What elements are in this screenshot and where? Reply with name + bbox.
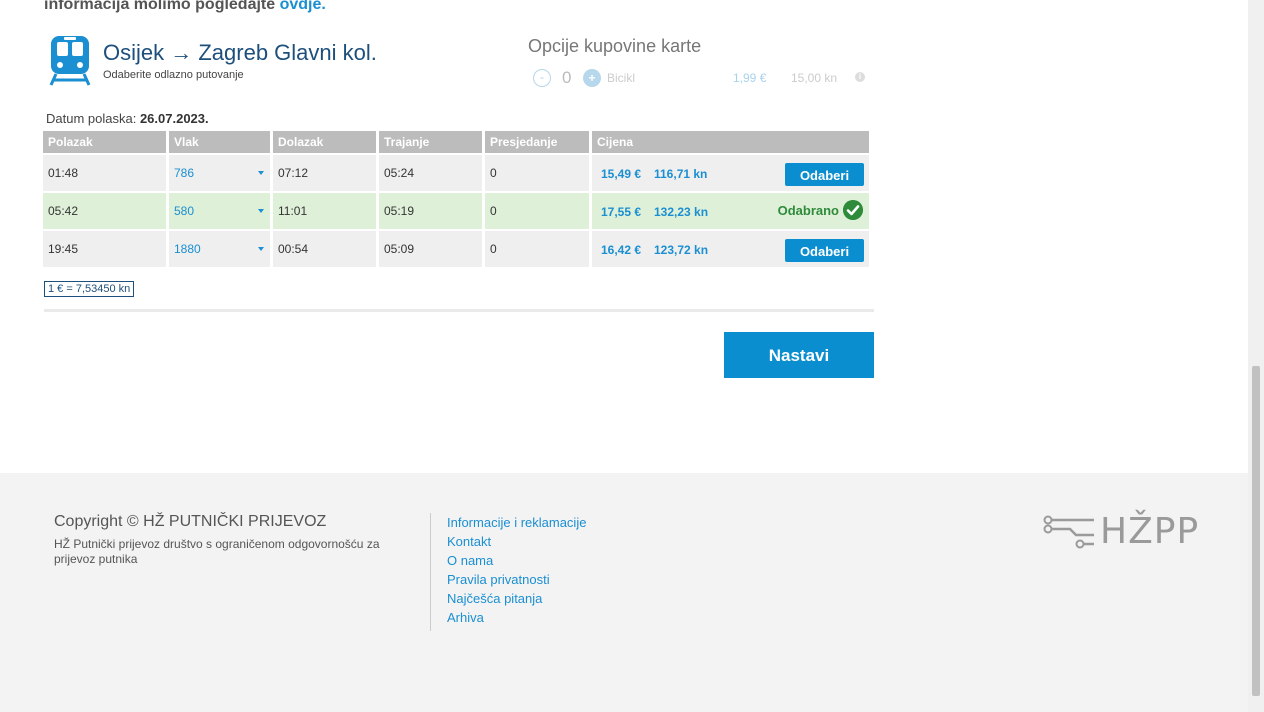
price-cell: 15,49 € 116,71 kn Odaberi [592,155,869,193]
footer-link-information[interactable]: Informacije i reklamacije [447,515,586,534]
column-header: Vlak [169,131,270,155]
train-number-cell[interactable]: 580 [169,193,270,231]
chevron-down-icon[interactable] [258,247,264,251]
column-header: Cijena [592,131,869,155]
transfers: 0 [485,193,589,231]
exchange-rate: 1 € = 7,53450 kn [44,281,135,297]
arrival-time: 07:12 [273,155,376,193]
column-header: Dolazak [273,131,376,155]
train-number[interactable]: 580 [174,204,194,218]
chevron-down-icon[interactable] [258,209,264,213]
train-number-cell[interactable]: 786 [169,155,270,193]
bicycle-price-kn: 15,00 kn [791,71,838,85]
circuit-icon [1043,515,1094,549]
train-icon [49,36,91,86]
price-kn: 116,71 kn [654,167,708,181]
ticket-options-title: Opcije kupovine karte [528,36,702,56]
info-icon[interactable]: i [855,72,865,82]
divider [44,309,874,312]
checkmark-icon [843,200,863,220]
departure-date-label: Datum polaska: [46,111,137,126]
company-description: HŽ Putnički prijevoz društvo s ograničen… [54,537,380,566]
train-number-cell[interactable]: 1880 [169,231,270,269]
departure-time: 19:45 [43,231,166,269]
footer-divider [430,513,431,631]
notice-text: informacija molimo pogledajte ovdje. [44,0,326,14]
duration: 05:19 [379,193,482,231]
transfers: 0 [485,231,589,269]
price-kn: 123,72 kn [654,243,709,257]
notice-link[interactable]: ovdje. [280,0,326,13]
footer-links: Informacije i reklamacije Kontakt O nama… [447,515,586,629]
select-button[interactable]: Odaberi [785,239,864,262]
departure-date: Datum polaska: 26.07.2023. [46,111,209,126]
arrival-time: 11:01 [273,193,376,231]
copyright: Copyright © HŽ PUTNIČKI PRIJEVOZ [54,513,327,530]
hzpp-logo: HŽPP [1042,511,1206,553]
continue-button[interactable]: Nastavi [724,332,874,378]
price-eur: 15,49 € [601,167,642,181]
bicycle-option: - 0 + Bicikl 1,99 € 15,00 kn i [533,68,873,90]
selected-label: Odabrano [777,203,839,218]
route-title: Osijek → Zagreb Glavni kol. [103,40,377,65]
transfers: 0 [485,155,589,193]
footer: Copyright © HŽ PUTNIČKI PRIJEVOZ HŽ Putn… [0,473,1248,712]
price-eur: 16,42 € [601,243,642,257]
page-scrollbar[interactable] [1248,0,1264,712]
train-number[interactable]: 786 [174,166,194,180]
departure-time: 01:48 [43,155,166,193]
logo-text: HŽPP [1100,511,1200,552]
table-row[interactable]: 01:48 786 07:12 05:24 0 15,49 € 116,71 k… [43,155,869,193]
footer-link-about[interactable]: O nama [447,553,586,572]
price-kn: 132,23 kn [654,205,709,219]
table-row[interactable]: 19:45 1880 00:54 05:09 0 16,42 € 123,72 … [43,231,869,269]
footer-link-faq[interactable]: Najčešća pitanja [447,591,586,610]
route-subtitle: Odaberite odlazno putovanje [103,69,244,81]
train-number[interactable]: 1880 [174,242,201,256]
footer-link-archive[interactable]: Arhiva [447,610,586,629]
departure-date-value: 26.07.2023. [139,111,209,126]
chevron-down-icon[interactable] [258,171,264,175]
table-row-selected[interactable]: 05:42 580 11:01 05:19 0 17,55 € 132,23 k… [43,193,869,231]
departure-time: 05:42 [43,193,166,231]
footer-link-privacy[interactable]: Pravila privatnosti [447,572,586,591]
price-cell: 17,55 € 132,23 kn Odabrano [592,193,869,231]
column-header: Polazak [43,131,166,155]
quantity-value: 0 [562,68,572,87]
scrollbar-thumb[interactable] [1252,366,1260,696]
price-eur: 17,55 € [601,205,642,219]
increase-button[interactable]: + [583,69,601,87]
decrease-button[interactable]: - [533,69,551,87]
train-table: Polazak Vlak Dolazak Trajanje Presjedanj… [40,131,872,269]
select-button[interactable]: Odaberi [785,163,864,186]
notice-label: informacija molimo pogledajte [44,0,276,13]
bicycle-label: Bicikl [607,71,636,85]
duration: 05:09 [379,231,482,269]
column-header: Presjedanje [485,131,589,155]
column-header: Trajanje [379,131,482,155]
bicycle-price-eur: 1,99 € [733,71,767,85]
arrival-time: 00:54 [273,231,376,269]
duration: 05:24 [379,155,482,193]
table-header-row: Polazak Vlak Dolazak Trajanje Presjedanj… [43,131,869,155]
footer-link-contact[interactable]: Kontakt [447,534,586,553]
price-cell: 16,42 € 123,72 kn Odaberi [592,231,869,269]
